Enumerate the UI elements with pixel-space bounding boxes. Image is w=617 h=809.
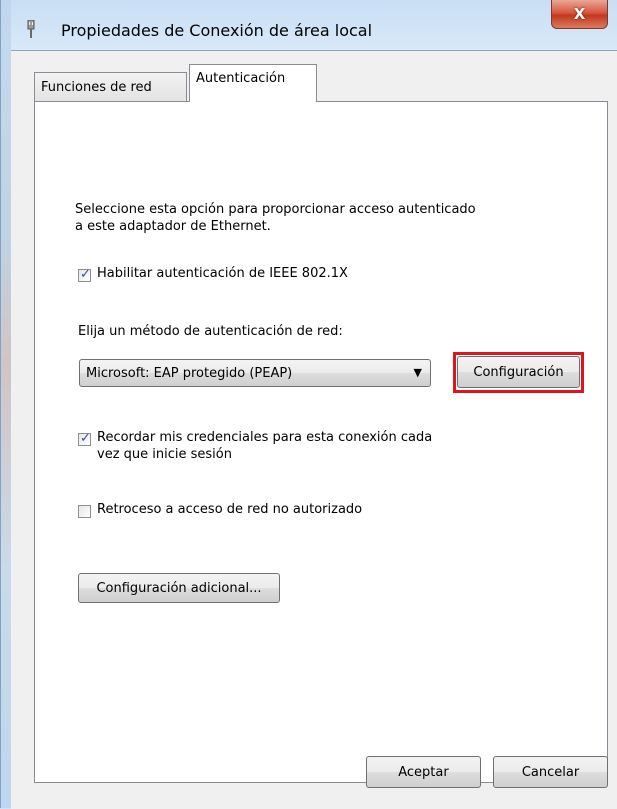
additional-config-button[interactable]: Configuración adicional... xyxy=(78,573,280,603)
window-frame: Propiedades de Conexión de área local X … xyxy=(0,0,617,809)
enable-8021x-label[interactable]: Habilitar autenticación de IEEE 802.1X xyxy=(97,266,348,281)
tab-panel-autenticacion: Seleccione esta opción para proporcionar… xyxy=(34,101,608,783)
remember-credentials-label-1[interactable]: Recordar mis credenciales para esta cone… xyxy=(97,430,432,445)
ok-button[interactable]: Aceptar xyxy=(366,756,481,788)
tab-funciones-de-red[interactable]: Funciones de red xyxy=(34,72,187,101)
remember-credentials-checkbox[interactable]: ✓ xyxy=(78,431,91,446)
description-line-1: Seleccione esta opción para proporcionar… xyxy=(75,202,476,217)
cancel-button-label: Cancelar xyxy=(521,764,580,780)
ok-button-label: Aceptar xyxy=(398,764,449,780)
checkmark-icon: ✓ xyxy=(80,267,91,282)
close-icon: X xyxy=(573,5,586,23)
additional-config-button-label: Configuración adicional... xyxy=(96,580,262,596)
auth-method-dropdown[interactable]: Microsoft: EAP protegido (PEAP) ▼ xyxy=(79,359,431,387)
method-label: Elija un método de autenticación de red: xyxy=(78,324,343,339)
cancel-button[interactable]: Cancelar xyxy=(493,756,608,788)
close-button[interactable]: X xyxy=(551,0,608,29)
network-adapter-icon xyxy=(25,19,37,38)
highlight-box xyxy=(453,352,584,393)
enable-8021x-checkbox[interactable]: ✓ xyxy=(78,267,91,282)
chevron-down-icon: ▼ xyxy=(413,366,422,379)
description-line-2: a este adaptador de Ethernet. xyxy=(75,219,271,234)
tab-label: Funciones de red xyxy=(41,79,152,95)
auth-method-value: Microsoft: EAP protegido (PEAP) xyxy=(86,366,293,381)
fallback-checkbox[interactable] xyxy=(78,505,91,518)
tab-autenticacion[interactable]: Autenticación xyxy=(189,64,317,102)
window-title: Propiedades de Conexión de área local xyxy=(61,21,373,40)
dialog-client-area: Funciones de red Autenticación Seleccion… xyxy=(11,50,617,809)
fallback-label[interactable]: Retroceso a acceso de red no autorizado xyxy=(97,502,362,517)
title-bar[interactable]: Propiedades de Conexión de área local X xyxy=(11,0,617,50)
checkmark-icon: ✓ xyxy=(80,431,91,446)
remember-credentials-label-2[interactable]: vez que inicie sesión xyxy=(97,447,232,462)
tab-label: Autenticación xyxy=(196,71,286,86)
